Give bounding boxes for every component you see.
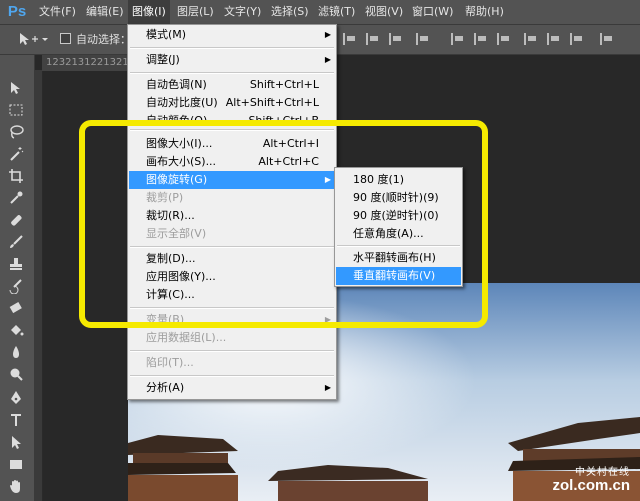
magic-wand-tool-icon[interactable] — [7, 145, 25, 163]
menu-item-mode[interactable]: 模式(M) ▶ — [129, 26, 335, 44]
callout-highlight-frame — [79, 120, 488, 328]
distribute-left-icon[interactable] — [524, 33, 538, 45]
align-bottom-edges-icon[interactable] — [389, 33, 403, 45]
lasso-tool-icon[interactable] — [7, 123, 25, 141]
menu-help[interactable]: 帮助(H) — [465, 0, 504, 24]
align-left-edges-icon[interactable] — [416, 33, 430, 45]
move-tool-preset-icon[interactable] — [18, 31, 48, 47]
auto-select-checkbox[interactable] — [60, 33, 71, 44]
paint-bucket-tool-icon[interactable] — [7, 321, 25, 339]
submenu-arrow-icon: ▶ — [324, 383, 331, 392]
dodge-tool-icon[interactable] — [7, 365, 25, 383]
menu-file[interactable]: 文件(F) — [39, 0, 76, 24]
crop-tool-icon[interactable] — [7, 167, 25, 185]
distribute-right-icon[interactable] — [570, 33, 584, 45]
clone-stamp-tool-icon[interactable] — [7, 255, 25, 273]
menu-item-apply-data-set[interactable]: 应用数据组(L)... — [129, 329, 335, 347]
healing-brush-tool-icon[interactable] — [7, 211, 25, 229]
menu-type[interactable]: 文字(Y) — [224, 0, 261, 24]
eyedropper-tool-icon[interactable] — [7, 189, 25, 207]
auto-align-layers-icon[interactable] — [600, 33, 614, 45]
move-tool-icon[interactable] — [7, 79, 25, 97]
menu-view[interactable]: 视图(V) — [365, 0, 403, 24]
menu-item-auto-tone[interactable]: 自动色调(N) Shift+Ctrl+L — [129, 76, 335, 94]
menu-separator — [130, 375, 334, 377]
document-tab[interactable]: 1232131221321.j — [42, 55, 128, 71]
menu-edit[interactable]: 编辑(E) — [86, 0, 124, 24]
distribute-top-icon[interactable] — [451, 33, 465, 45]
menu-item-analysis[interactable]: 分析(A) ▶ — [129, 379, 335, 397]
hand-tool-icon[interactable] — [7, 477, 25, 495]
auto-select-label: 自动选择： — [76, 33, 131, 46]
eraser-tool-icon[interactable] — [7, 299, 25, 317]
submenu-arrow-icon: ▶ — [324, 30, 331, 39]
menu-filter[interactable]: 滤镜(T) — [318, 0, 355, 24]
submenu-arrow-icon: ▶ — [324, 55, 331, 64]
brush-tool-icon[interactable] — [7, 233, 25, 251]
vertical-ruler — [35, 70, 43, 501]
menu-layer[interactable]: 图层(L) — [177, 0, 214, 24]
menu-select[interactable]: 选择(S) — [271, 0, 309, 24]
align-top-edges-icon[interactable] — [343, 33, 357, 45]
menu-separator — [130, 47, 334, 49]
history-brush-tool-icon[interactable] — [7, 277, 25, 295]
menu-bar: Ps 文件(F) 编辑(E) 图像(I) 图层(L) 文字(Y) 选择(S) 滤… — [0, 0, 640, 25]
menu-item-adjustments[interactable]: 调整(J) ▶ — [129, 51, 335, 69]
menu-image[interactable]: 图像(I) — [128, 0, 170, 24]
menu-separator — [130, 350, 334, 352]
distribute-vcenter-icon[interactable] — [474, 33, 488, 45]
menu-item-auto-contrast[interactable]: 自动对比度(U) Alt+Shift+Ctrl+L — [129, 94, 335, 112]
photoshop-logo: Ps — [7, 3, 27, 20]
toolbox — [0, 55, 35, 501]
watermark-url: zol.com.cn — [552, 477, 630, 494]
menu-separator — [130, 72, 334, 74]
zol-watermark: 中关村在线 zol.com.cn — [552, 468, 630, 494]
blur-tool-icon[interactable] — [7, 343, 25, 361]
align-vertical-centers-icon[interactable] — [366, 33, 380, 45]
rectangle-tool-icon[interactable] — [7, 455, 25, 473]
distribute-hcenter-icon[interactable] — [547, 33, 561, 45]
distribute-bottom-icon[interactable] — [497, 33, 511, 45]
menu-window[interactable]: 窗口(W) — [412, 0, 453, 24]
path-selection-tool-icon[interactable] — [7, 433, 25, 451]
type-tool-icon[interactable] — [7, 411, 25, 429]
menu-item-trap[interactable]: 陷印(T)... — [129, 354, 335, 372]
marquee-tool-icon[interactable] — [7, 101, 25, 119]
pen-tool-icon[interactable] — [7, 389, 25, 407]
